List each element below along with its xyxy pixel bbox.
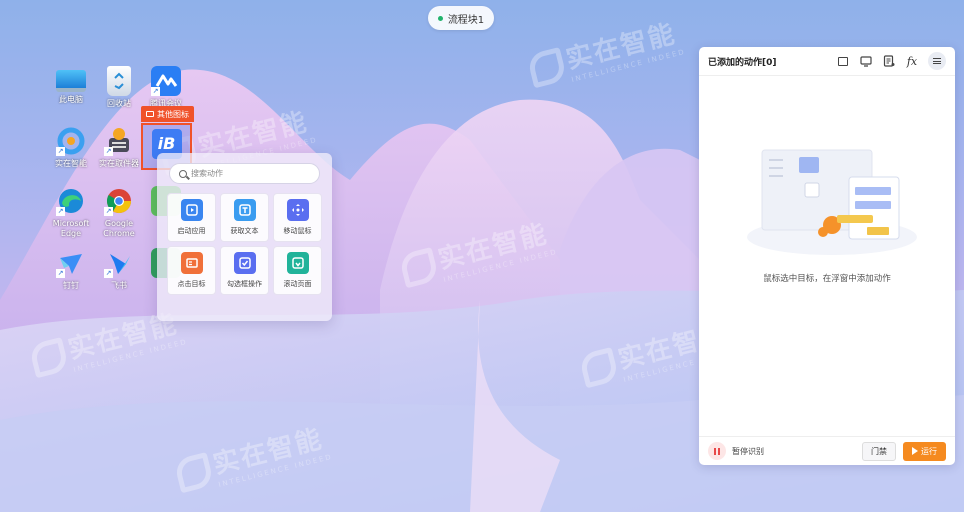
action-get-text[interactable]: 获取文本 bbox=[220, 193, 269, 242]
dingtalk-icon: ↗ bbox=[56, 248, 86, 278]
panel-title: 已添加的动作[0] bbox=[708, 57, 777, 68]
scroll-icon bbox=[286, 252, 309, 274]
monitor-icon[interactable] bbox=[859, 54, 873, 68]
pause-recognition-label: 暂停识别 bbox=[732, 446, 764, 456]
empty-illustration-icon bbox=[747, 149, 917, 255]
play-icon bbox=[912, 447, 918, 455]
action-click-target[interactable]: 点击目标 bbox=[167, 246, 216, 295]
click-target-icon bbox=[180, 252, 203, 274]
desktop-icon-tencent-meeting[interactable]: ↗ 腾讯会议 bbox=[140, 66, 192, 109]
desktop-icon-edge[interactable]: ↗ Microsoft Edge bbox=[45, 186, 97, 239]
menu-icon[interactable] bbox=[928, 52, 946, 70]
recycle-bin-icon bbox=[107, 66, 131, 96]
desktop-icon-dingtalk[interactable]: ↗ 钉钉 bbox=[45, 248, 97, 291]
search-icon bbox=[179, 169, 187, 178]
action-grid: 启动应用 获取文本 移动鼠标 点击目标 勾选框操作 滚动页面 bbox=[167, 193, 322, 295]
action-checkbox[interactable]: 勾选框操作 bbox=[220, 246, 269, 295]
empty-state: 鼠标选中目标，在浮窗中添加动作 bbox=[699, 147, 955, 327]
panel-header: 已添加的动作[0] fx bbox=[699, 47, 955, 76]
desktop-icon-shizai-picker[interactable]: ↗ 实在取件器 bbox=[93, 126, 145, 169]
desktop-icon-shizai[interactable]: ↗ 实在智能 bbox=[45, 126, 97, 169]
move-arrows-icon bbox=[286, 199, 309, 221]
action-search-box[interactable] bbox=[169, 163, 320, 184]
screenshot-icon[interactable] bbox=[836, 54, 850, 68]
edge-browser-icon: ↗ bbox=[56, 186, 86, 216]
fx-icon[interactable]: fx bbox=[905, 54, 919, 68]
panel-footer: 暂停识别 门禁 运行 bbox=[699, 436, 955, 465]
desktop-icon-recycle-bin[interactable]: 回收站 bbox=[93, 66, 145, 109]
monitor-icon bbox=[56, 70, 86, 92]
desktop-icon-feishu[interactable]: ↗ 飞书 bbox=[93, 248, 145, 291]
action-search-input[interactable] bbox=[191, 169, 311, 178]
run-button[interactable]: 运行 bbox=[903, 441, 946, 461]
target-type-tag: 其他图标 bbox=[141, 106, 194, 122]
feishu-icon: ↗ bbox=[104, 248, 134, 278]
desktop-icon-this-pc[interactable]: 此电脑 bbox=[45, 66, 97, 105]
chrome-browser-icon: ↗ bbox=[104, 186, 134, 216]
action-launch-app[interactable]: 启动应用 bbox=[167, 193, 216, 242]
added-actions-panel: 已添加的动作[0] fx 鼠标选中目标，在浮窗中添加动作 暂停识别 门禁 运行 bbox=[699, 47, 955, 465]
picker-robot-icon: ↗ bbox=[104, 126, 134, 156]
flow-block-label: 流程块1 bbox=[447, 14, 485, 26]
pause-icon[interactable] bbox=[708, 442, 726, 460]
shizai-logo-icon: ↗ bbox=[56, 126, 86, 156]
list-doc-icon[interactable] bbox=[882, 54, 896, 68]
action-popup: 启动应用 获取文本 移动鼠标 点击目标 勾选框操作 滚动页面 bbox=[157, 153, 332, 321]
desktop-icon-chrome[interactable]: ↗ Google Chrome bbox=[93, 186, 145, 239]
tencent-meeting-icon: ↗ bbox=[151, 66, 181, 96]
play-icon bbox=[180, 199, 203, 221]
action-move-mouse[interactable]: 移动鼠标 bbox=[273, 193, 322, 242]
monitor-icon bbox=[146, 111, 154, 117]
status-dot-icon bbox=[437, 15, 443, 21]
panel-toolbar: fx bbox=[836, 52, 946, 70]
action-scroll-page[interactable]: 滚动页面 bbox=[273, 246, 322, 295]
empty-state-message: 鼠标选中目标，在浮窗中添加动作 bbox=[763, 274, 891, 284]
text-icon bbox=[233, 199, 256, 221]
flow-block-tab[interactable]: 流程块1 bbox=[428, 6, 494, 30]
checkbox-icon bbox=[233, 252, 256, 274]
record-button[interactable]: 门禁 bbox=[862, 441, 896, 461]
